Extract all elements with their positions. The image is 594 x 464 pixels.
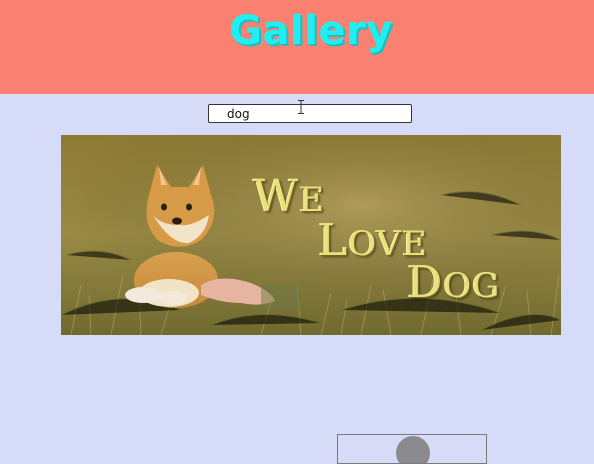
avatar-placeholder	[396, 436, 430, 463]
search-input[interactable]	[208, 104, 412, 123]
page-title: Gallery	[229, 8, 393, 54]
text-cursor-icon	[298, 100, 304, 114]
header-bar: Gallery	[0, 0, 594, 94]
banner-text-line-3: DOG	[407, 257, 501, 308]
banner-text-line-1: WE	[253, 171, 326, 222]
gallery-card[interactable]	[337, 434, 487, 464]
gallery-image[interactable]: WE LOVE DOG	[61, 135, 561, 335]
